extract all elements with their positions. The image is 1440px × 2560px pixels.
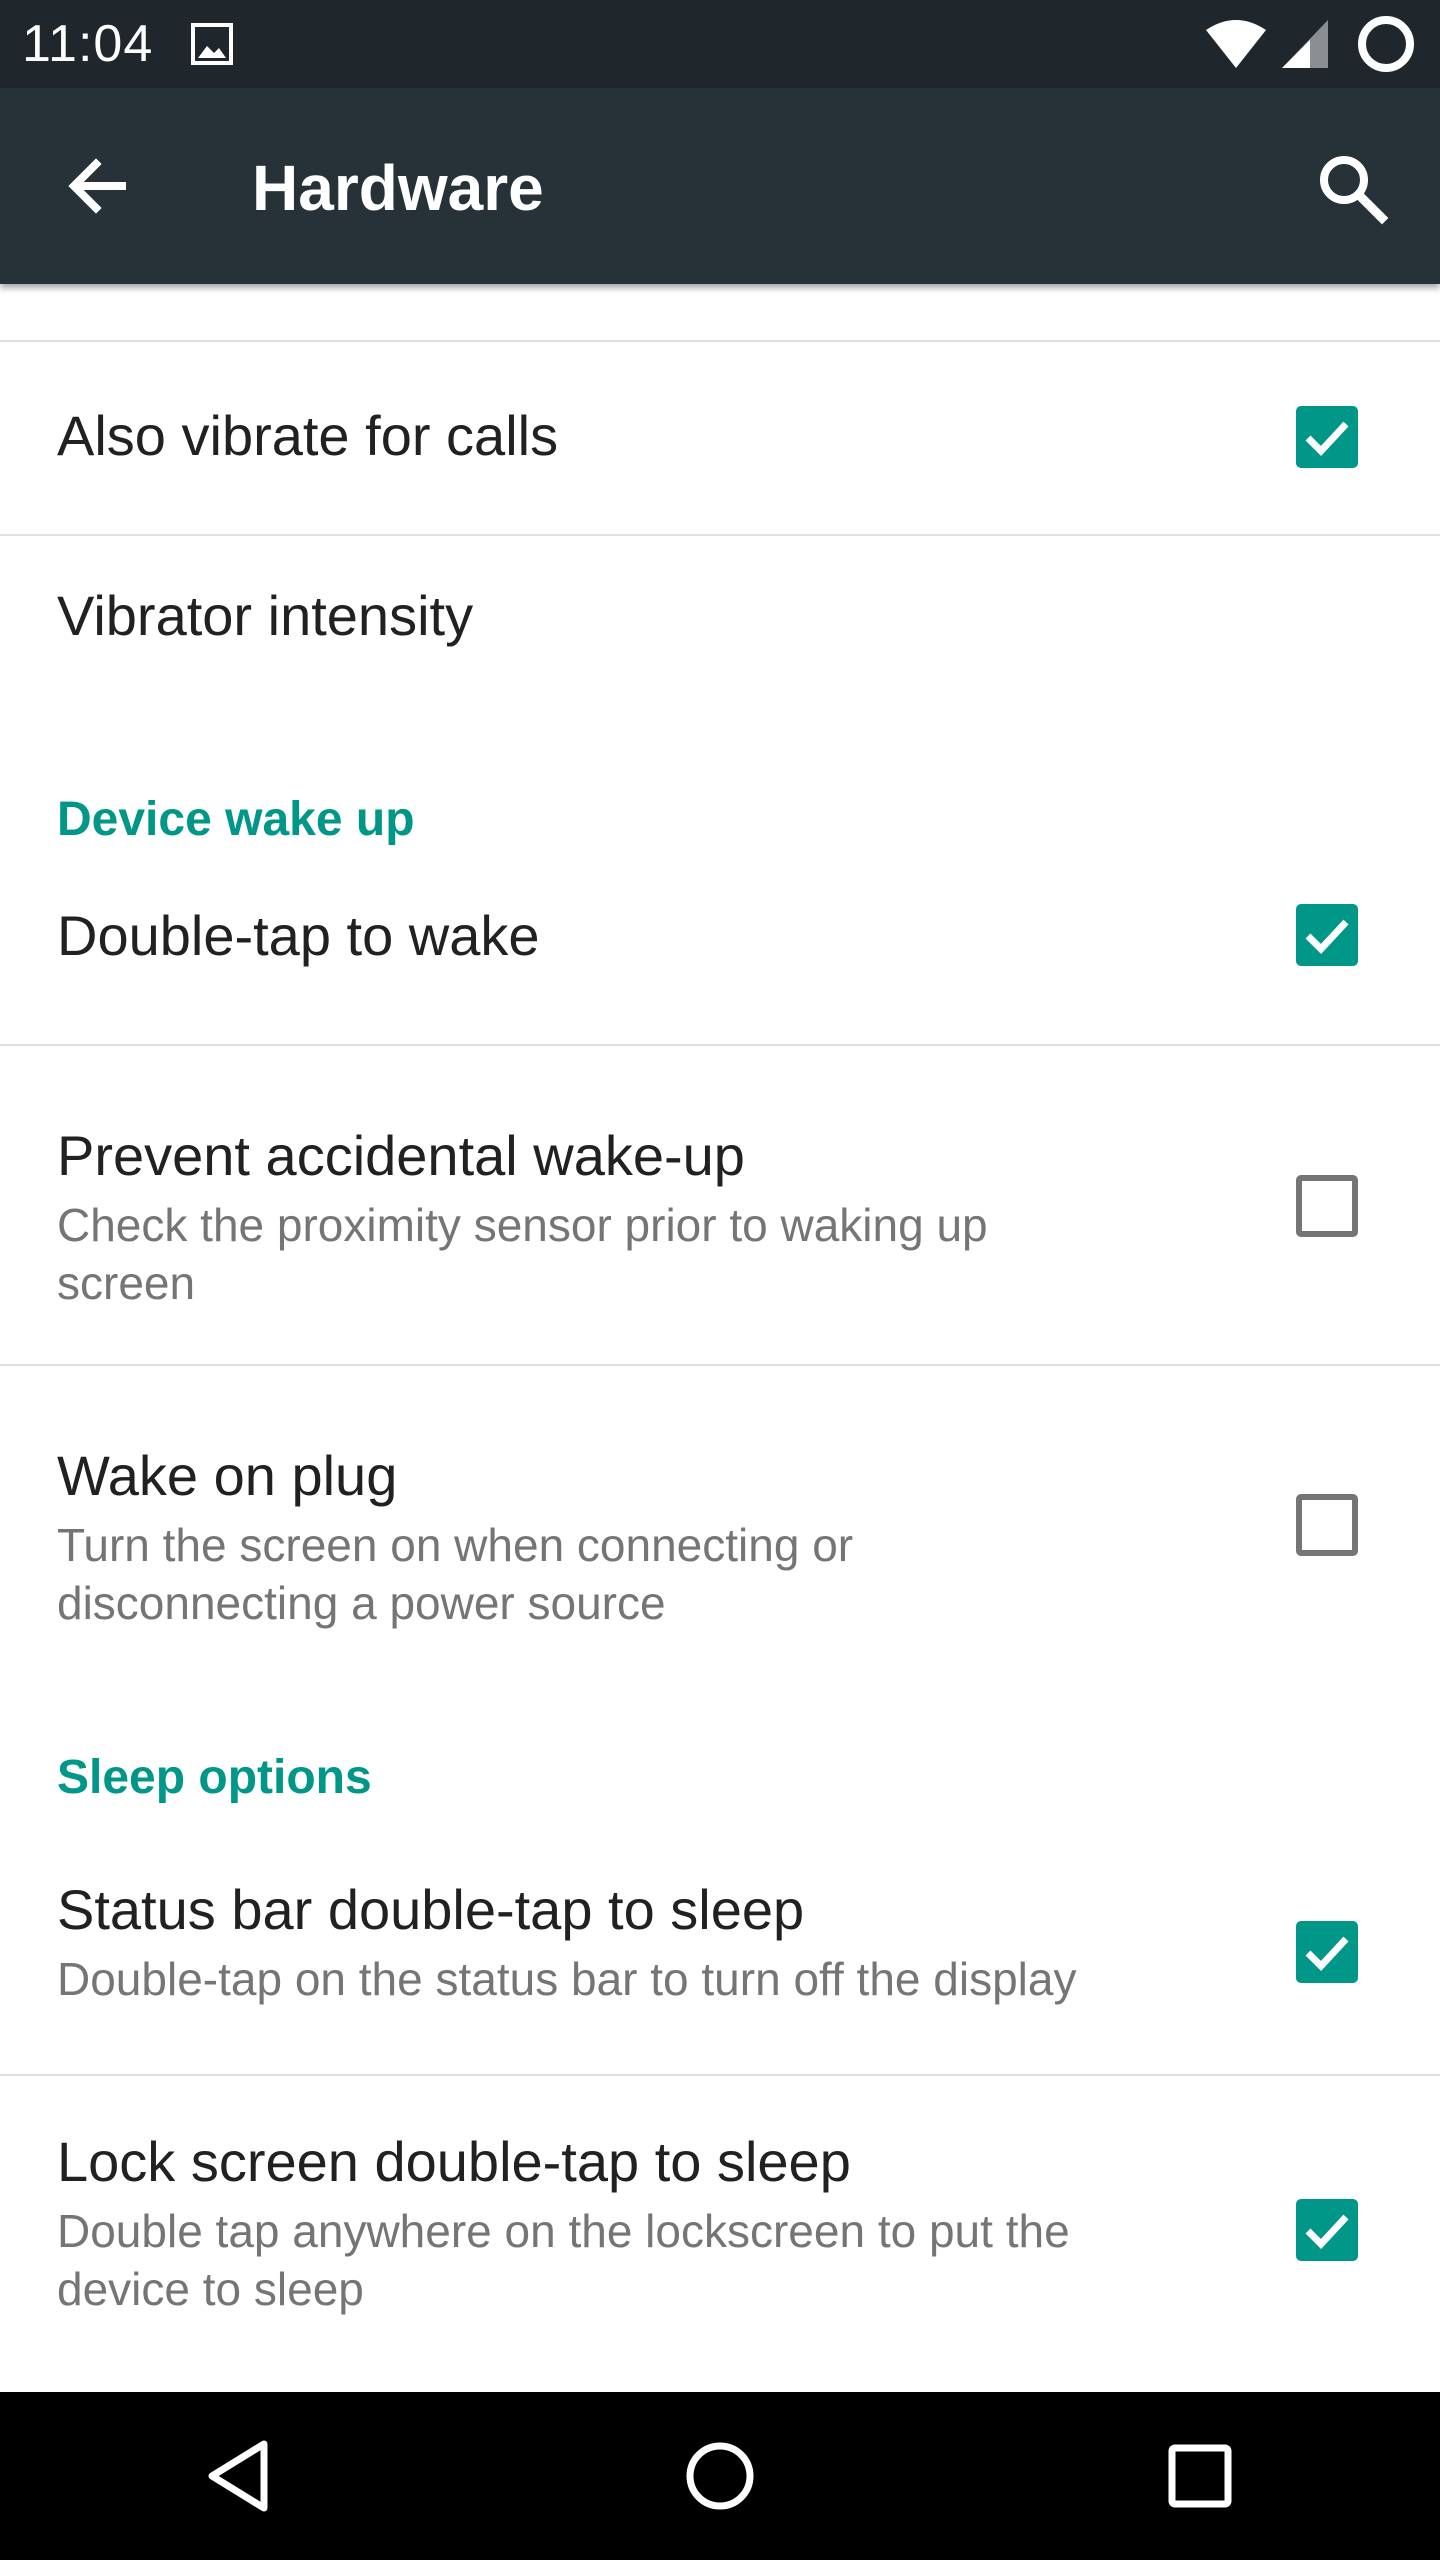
status-bar: 11:04 [0, 0, 1440, 88]
pref-title: Lock screen double-tap to sleep [57, 2130, 851, 2193]
pref-summary: Double-tap on the status bar to turn off… [57, 1950, 1197, 2008]
summary-line: device to sleep [57, 2263, 364, 2315]
check-icon [1305, 421, 1349, 457]
pref-summary: Turn the screen on when connecting or di… [57, 1516, 1197, 1632]
summary-line: Double tap anywhere on the lockscreen to… [57, 2205, 1070, 2257]
pref-title: Also vibrate for calls [57, 404, 559, 467]
nav-back-icon[interactable] [196, 2430, 288, 2522]
app-toolbar: Hardware [0, 88, 1440, 284]
summary-line: disconnecting a power source [57, 1577, 666, 1629]
pref-summary: Double tap anywhere on the lockscreen to… [57, 2202, 1197, 2318]
pref-title: Prevent accidental wake-up [57, 1124, 745, 1187]
pref-title: Status bar double-tap to sleep [57, 1878, 805, 1941]
double-tap-wake-checkbox[interactable] [1296, 904, 1358, 966]
section-header-sleep: Sleep options [57, 1751, 372, 1804]
pref-lockscreen-sleep[interactable]: Lock screen double-tap to sleep Double t… [0, 2076, 1440, 2392]
wifi-icon [1206, 20, 1266, 68]
check-icon [1305, 2214, 1349, 2250]
summary-line: Double-tap on the status bar to turn off… [57, 1953, 1077, 2005]
pref-summary: Check the proximity sensor prior to waki… [57, 1196, 1197, 1312]
prevent-wake-checkbox[interactable] [1296, 1175, 1358, 1237]
back-arrow-icon[interactable] [52, 140, 144, 232]
wake-on-plug-checkbox[interactable] [1296, 1494, 1358, 1556]
pref-statusbar-sleep[interactable]: Status bar double-tap to sleep Double-ta… [0, 1824, 1440, 2074]
page-title: Hardware [252, 152, 544, 224]
settings-list: Also vibrate for calls Vibrator intensit… [0, 284, 1440, 2392]
pref-vibrate-calls[interactable]: Also vibrate for calls [0, 342, 1440, 534]
pref-title: Wake on plug [57, 1444, 398, 1507]
battery-icon [1358, 16, 1414, 72]
navigation-bar [0, 2392, 1440, 2560]
pref-title: Vibrator intensity [57, 584, 474, 647]
nav-home-icon[interactable] [674, 2430, 766, 2522]
status-time: 11:04 [22, 15, 154, 73]
lockscreen-sleep-checkbox[interactable] [1296, 2199, 1358, 2261]
search-icon[interactable] [1304, 140, 1400, 236]
pref-title: Double-tap to wake [57, 904, 540, 967]
check-icon [1305, 919, 1349, 955]
pref-prevent-wake[interactable]: Prevent accidental wake-up Check the pro… [0, 1046, 1440, 1364]
summary-line: screen [57, 1257, 196, 1309]
summary-line: Check the proximity sensor prior to waki… [57, 1199, 988, 1251]
vibrate-calls-checkbox[interactable] [1296, 406, 1358, 468]
pref-double-tap-wake[interactable]: Double-tap to wake [0, 874, 1440, 1028]
check-icon [1305, 1936, 1349, 1972]
signal-icon [1282, 20, 1328, 68]
pref-vibrator-intensity[interactable]: Vibrator intensity [0, 536, 1440, 700]
image-icon [191, 23, 233, 65]
statusbar-sleep-checkbox[interactable] [1296, 1921, 1358, 1983]
pref-wake-on-plug[interactable]: Wake on plug Turn the screen on when con… [0, 1366, 1440, 1696]
nav-recents-icon[interactable] [1154, 2430, 1246, 2522]
section-header-wake: Device wake up [57, 793, 415, 846]
summary-line: Turn the screen on when connecting or [57, 1519, 854, 1571]
